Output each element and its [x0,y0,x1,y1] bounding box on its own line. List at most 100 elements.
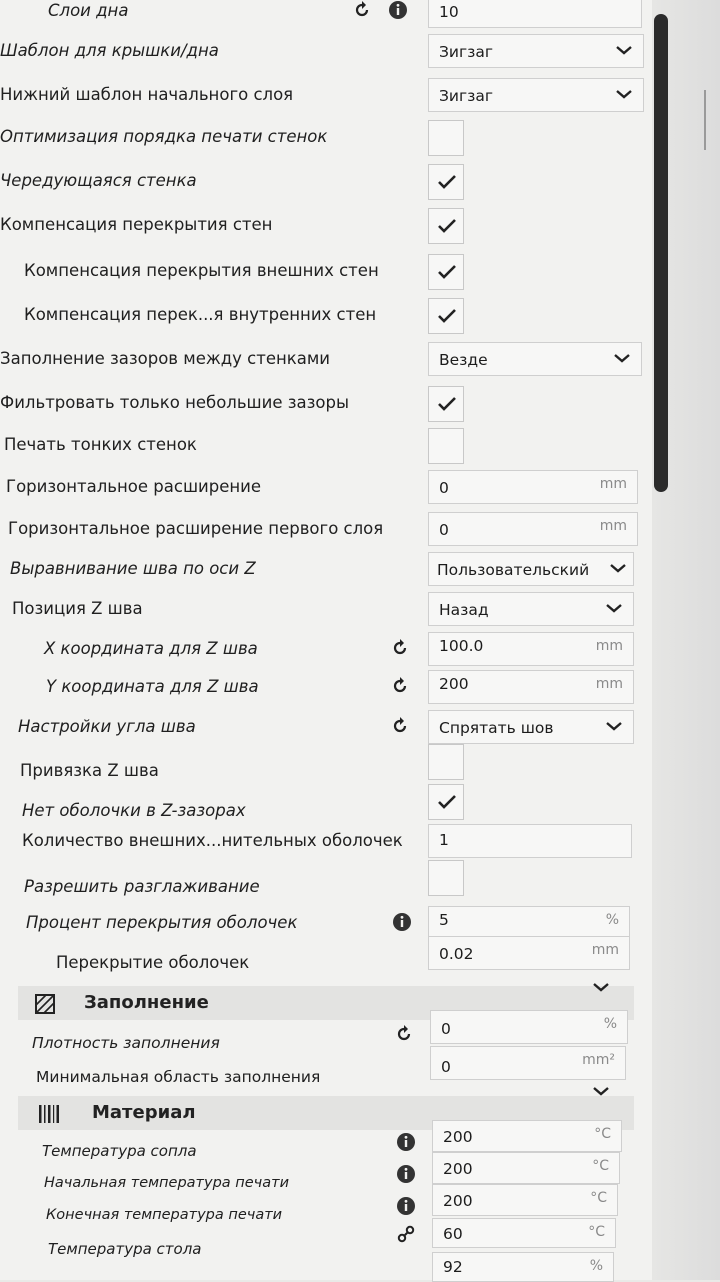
setting-filter-gaps: Фильтровать только небольшие зазоры [0,384,652,422]
setting-label: Нижний шаблон начального слоя [0,85,294,104]
info-icon[interactable] [392,912,412,932]
info-icon[interactable] [396,1132,416,1152]
value: Назад [439,601,489,619]
z-seam-y-input[interactable]: 200 mm [428,670,634,704]
z-seam-align-select[interactable]: Пользовательский [428,552,634,586]
value: 200 [443,1192,473,1210]
value: 200 [443,1128,473,1146]
check-icon [438,309,456,323]
value: 10 [439,3,459,21]
setting-ironing: Разрешить разглаживание [0,860,652,906]
infill-density-input[interactable]: 0 % [430,1010,628,1044]
reset-icon[interactable] [390,676,410,696]
setting-label: Процент перекрытия оболочек [26,913,298,932]
skin-overlap-input[interactable]: 0.02 mm [428,936,630,970]
z-seam-x-input[interactable]: 100.0 mm [428,632,634,666]
reset-icon[interactable] [394,1024,414,1044]
check-icon [438,175,456,189]
inner-overlap-checkbox[interactable] [428,298,464,334]
next-setting-input[interactable]: 92 % [432,1252,614,1282]
unit: mm² [582,1052,615,1068]
setting-top-bottom-layers: Слои дна 10 [0,0,652,30]
chevron-down-icon [616,90,632,99]
info-icon[interactable] [388,0,408,20]
value: 1 [439,831,449,849]
unit: mm [599,518,627,534]
value: Спрятать шов [439,719,554,737]
chevron-down-icon[interactable] [592,978,610,996]
no-skin-z-gaps-checkbox[interactable] [428,784,464,820]
seam-corner-select[interactable]: Спрятать шов [428,710,634,744]
reset-icon[interactable] [352,0,372,20]
initial-print-temp-input[interactable]: 200 °C [432,1152,620,1184]
final-print-temp-input[interactable]: 200 °C [432,1184,618,1216]
bed-temp-input[interactable]: 60 °C [432,1218,616,1248]
setting-label: Плотность заполнения [32,1034,220,1052]
info-icon[interactable] [396,1164,416,1184]
setting-label: Температура стола [48,1240,202,1258]
horiz-expansion-first-input[interactable]: 0 mm [428,512,638,546]
link-icon[interactable] [396,1224,416,1244]
outer-overlap-checkbox[interactable] [428,254,464,290]
setting-label: Количество внешних...нительных оболочек [22,831,403,850]
z-seam-pos-select[interactable]: Назад [428,592,634,626]
reset-icon[interactable] [390,716,410,736]
nozzle-temp-input[interactable]: 200 °C [432,1120,622,1152]
setting-outer-overlap: Компенсация перекрытия внешних стен [0,252,652,290]
chevron-down-icon [610,564,626,573]
fill-gaps-select[interactable]: Везде [428,342,642,376]
setting-label: Горизонтальное расширение [6,477,262,496]
chevron-down-icon [606,604,622,613]
skin-overlap-pct-input[interactable]: 5 % [428,906,630,940]
value: Зигзаг [439,43,494,61]
setting-z-seam-align: Выравнивание шва по оси Z Пользовательск… [0,550,652,588]
setting-label: Слои дна [48,1,129,20]
wall-order-checkbox[interactable] [428,120,464,156]
thin-walls-checkbox[interactable] [428,428,464,464]
info-icon[interactable] [396,1196,416,1216]
overlap-comp-checkbox[interactable] [428,208,464,244]
setting-top-bottom-pattern: Шаблон для крышки/дна Зигзаг [0,32,652,70]
setting-label: Фильтровать только небольшие зазоры [0,393,350,412]
setting-label: Заполнение зазоров между стенками [0,349,331,368]
unit: °C [588,1224,605,1240]
top-bottom-pattern-select[interactable]: Зигзаг [428,34,644,68]
section-title: Материал [92,1102,196,1123]
setting-min-infill-area: Минимальная область заполнения 0 mm² [0,1046,652,1096]
setting-extra-skin-walls: Количество внешних...нительных оболочек … [0,822,652,860]
setting-label: Оптимизация порядка печати стенок [0,127,328,146]
value: 5 [439,911,449,929]
alternate-wall-checkbox[interactable] [428,164,464,200]
setting-label: Конечная температура печати [46,1207,283,1223]
reset-icon[interactable] [390,638,410,658]
section-title: Заполнение [84,992,209,1013]
value: 200 [439,675,469,693]
horiz-expansion-input[interactable]: 0 mm [428,470,638,504]
scrollbar[interactable] [654,14,668,492]
setting-alternate-wall: Чередующаяся стенка [0,162,652,200]
setting-label: Y координата для Z шва [46,677,259,696]
setting-label: Чередующаяся стенка [0,171,197,190]
unit: °C [594,1126,611,1142]
value: 0.02 [439,945,474,963]
ironing-checkbox[interactable] [428,860,464,896]
filter-gaps-checkbox[interactable] [428,386,464,422]
setting-z-seam-x: X координата для Z шва 100.0 mm [0,630,652,668]
value: 0 [439,521,449,539]
value: 0 [441,1058,451,1076]
unit: % [605,912,619,928]
setting-label: Минимальная область заполнения [36,1068,321,1086]
setting-label: Компенсация перекрытия внешних стен [24,261,379,280]
min-infill-area-input[interactable]: 0 mm² [430,1046,626,1080]
setting-label: Перекрытие оболочек [56,953,250,972]
check-icon [438,397,456,411]
initial-layer-pattern-select[interactable]: Зигзаг [428,78,644,112]
check-icon [438,219,456,233]
top-bottom-layers-input[interactable]: 10 [428,0,642,28]
setting-skin-overlap: Перекрытие оболочек 0.02 mm [0,936,652,982]
value: Везде [439,351,488,369]
setting-wall-order: Оптимизация порядка печати стенок [0,118,652,156]
z-seam-snap-checkbox[interactable] [428,744,464,780]
chevron-down-icon[interactable] [592,1082,610,1100]
extra-skin-walls-input[interactable]: 1 [428,824,632,858]
